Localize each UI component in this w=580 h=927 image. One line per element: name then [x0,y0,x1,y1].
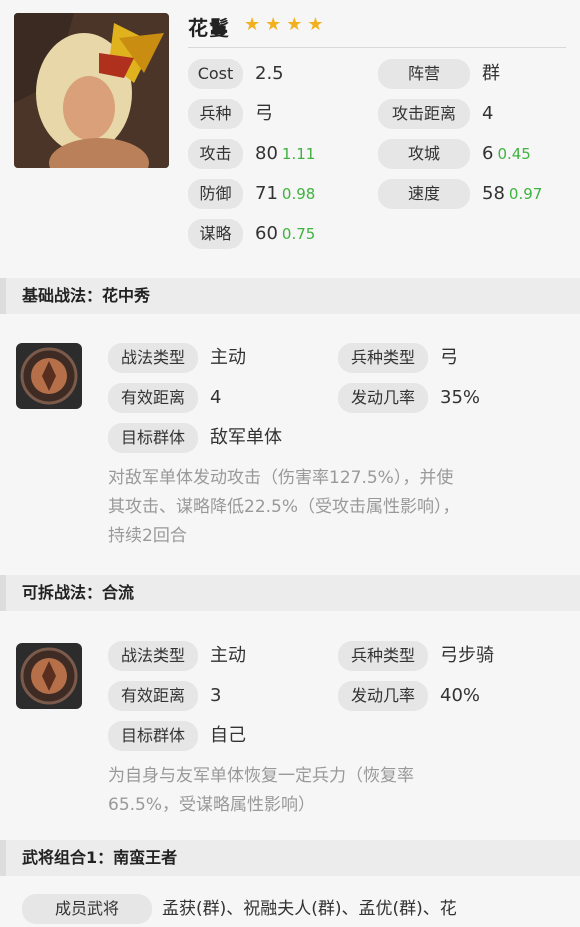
skill2-range-label: 有效距离 [108,681,198,711]
skill2-type-value: 主动 [210,645,246,666]
skill1-target-value: 敌军单体 [210,427,282,448]
stat-number: 60 [255,223,278,244]
skill1-troop-value: 弓 [440,347,458,368]
stat-label: 兵种 [188,99,243,129]
skill1-type-label: 战法类型 [108,343,198,373]
stat-number: 弓 [255,103,273,124]
skill1-type-value: 主动 [210,347,246,368]
combo-member-label: 成员武将 [22,894,152,924]
skill2-range-value: 3 [210,685,222,706]
skill1-description: 对敌军单体发动攻击（伤害率127.5%），并使 其攻击、谋略降低22.5%（受攻… [108,468,460,546]
stat-number: 71 [255,183,278,204]
hero-portrait[interactable] [14,13,169,168]
skill1-range-label: 有效距离 [108,383,198,413]
section-header-detachable-skill: 可拆战法：合流 [0,575,580,611]
section-header-basic-skill: 基础战法：花中秀 [0,278,580,314]
stat-label: 攻击距离 [378,99,470,129]
portrait-art-icon [14,13,169,168]
skill1-target-label: 目标群体 [108,423,198,453]
stat-growth: 1.11 [281,145,316,163]
skill2-description: 为自身与友军单体恢复一定兵力（恢复率 65.5%，受谋略属性影响） [108,766,414,815]
skill2-target-label: 目标群体 [108,721,198,751]
skill2-target-value: 自己 [210,725,246,746]
skill2-rate-label: 发动几率 [338,681,428,711]
stat-number: 80 [255,143,278,164]
star-rating-icon: ★★★★ [244,14,329,35]
stat-value: 80 1.11 [255,139,315,169]
stat-label: 攻击 [188,139,243,169]
skill-emblem-icon[interactable] [16,343,82,409]
stat-value: 58 0.97 [482,179,542,209]
stat-label: 谋略 [188,219,243,249]
stat-value: 6 0.45 [482,139,531,169]
stat-number: 58 [482,183,505,204]
stat-label: Cost [188,59,243,89]
skill1-range-value: 4 [210,387,222,408]
stat-label: 速度 [378,179,470,209]
stat-label: 防御 [188,179,243,209]
stat-value: 2.5 [255,59,284,89]
stat-value: 4 [482,99,493,129]
stat-value: 弓 [255,99,273,129]
skill1-troop-label: 兵种类型 [338,343,428,373]
stat-growth: 0.98 [281,185,316,203]
skill2-troop-value: 弓步骑 [440,645,494,666]
stat-label: 攻城 [378,139,470,169]
stat-number: 群 [482,63,500,84]
stat-growth: 0.97 [508,185,543,203]
section-header-combo: 武将组合1：南蛮王者 [0,840,580,876]
skill2-rate-value: 40% [440,685,481,706]
skill-emblem-icon[interactable] [16,643,82,709]
stat-number: 6 [482,143,494,164]
stat-number: 2.5 [255,63,284,84]
skill1-rate-value: 35% [440,387,481,408]
stat-growth: 0.75 [281,225,316,243]
stat-value: 60 0.75 [255,219,315,249]
combo-members: 孟获(群)、祝融夫人(群)、孟优(群)、花 [162,899,457,919]
skill2-troop-label: 兵种类型 [338,641,428,671]
stat-value: 71 0.98 [255,179,315,209]
skill1-rate-label: 发动几率 [338,383,428,413]
stat-number: 4 [482,103,494,124]
stat-growth: 0.45 [497,145,531,163]
skill2-type-label: 战法类型 [108,641,198,671]
hero-name: 花鬘 [188,16,230,40]
stat-value: 群 [482,59,500,89]
stat-label: 阵营 [378,59,470,89]
divider [188,47,566,48]
